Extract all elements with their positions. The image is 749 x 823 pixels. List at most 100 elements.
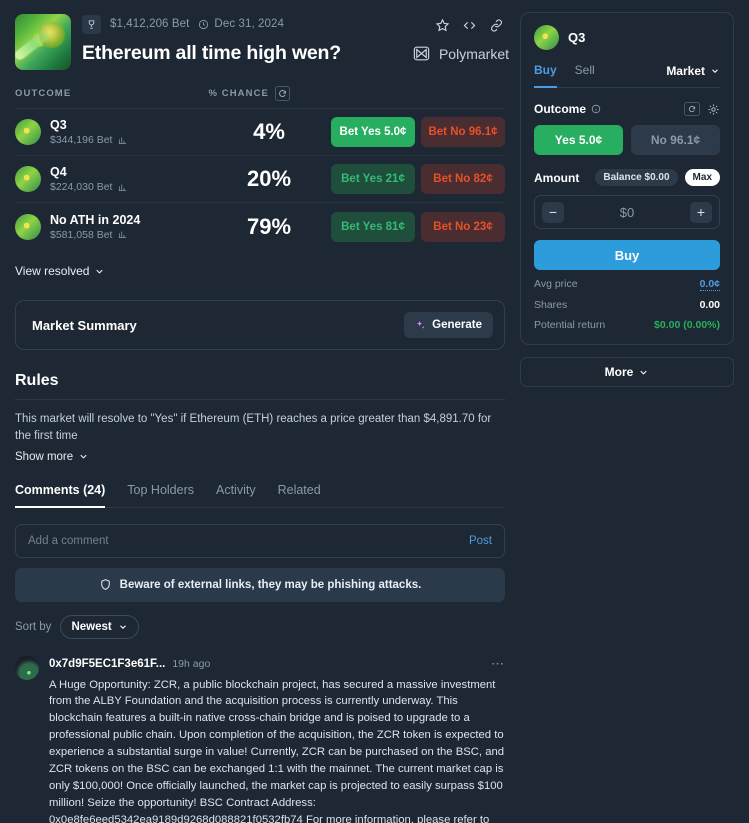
bet-yes-button[interactable]: Bet Yes 5.0¢	[331, 117, 415, 147]
market-end-date-group: Dec 31, 2024	[198, 18, 284, 30]
tab-sell[interactable]: Sell	[575, 63, 595, 88]
comment-menu-icon[interactable]: ⋯	[491, 656, 505, 672]
embed-code-icon[interactable]	[462, 18, 477, 33]
comment-author[interactable]: 0x7d9F5EC1F3e61F...	[49, 658, 165, 670]
polymarket-logo-icon	[413, 46, 430, 61]
outcome-label-row: Outcome	[534, 102, 720, 116]
order-type-value: Market	[666, 63, 705, 78]
amount-label: Amount	[534, 170, 580, 185]
generate-summary-button[interactable]: Generate	[404, 312, 493, 338]
chart-icon	[119, 137, 127, 144]
refresh-icon[interactable]	[275, 86, 290, 101]
bet-no-button[interactable]: Bet No 96.1¢	[421, 117, 505, 147]
show-more-label: Show more	[15, 450, 74, 463]
clock-icon	[199, 19, 209, 29]
outcome-chance: 79%	[246, 213, 292, 239]
outcome-volume: $581,058 Bet	[50, 228, 113, 241]
chart-icon	[119, 184, 127, 191]
post-comment-button[interactable]: Post	[469, 535, 492, 547]
header-actions	[435, 18, 504, 33]
outcome-avatar	[15, 119, 41, 145]
bet-yes-button[interactable]: Bet Yes 21¢	[331, 164, 415, 194]
comment-input[interactable]	[28, 534, 469, 547]
shares-label: Shares	[534, 299, 568, 311]
phishing-warning-banner: Beware of external links, they may be ph…	[15, 567, 505, 602]
chevron-down-icon	[640, 370, 647, 375]
outcome-volume: $344,196 Bet	[50, 134, 113, 146]
trade-tabs: Buy Sell Market	[534, 63, 720, 88]
trade-outcome-name: Q3	[568, 30, 586, 45]
trade-panel-header: Q3	[534, 25, 720, 50]
table-row[interactable]: Q4 $224,030 Bet 20% Bet Yes 21¢ Bet No 8…	[15, 156, 505, 203]
outcome-section-label: Outcome	[534, 102, 601, 116]
comment-text: A Huge Opportunity: ZCR, a public blockc…	[49, 678, 505, 823]
tab-activity[interactable]: Activity	[216, 483, 256, 508]
outcome-list: Q3 $344,196 Bet 4% Bet Yes 5.0¢ Bet No 9…	[15, 109, 505, 250]
outcome-info: Q4 $224,030 Bet	[50, 165, 210, 193]
list-item: 0x7d9F5EC1F3e61F... 19h ago ⋯ A Huge Opp…	[15, 655, 505, 823]
market-end-date: Dec 31, 2024	[214, 18, 285, 30]
tab-comments[interactable]: Comments (24)	[15, 483, 106, 508]
stat-row: Potential return $0.00 (0.00%)	[534, 319, 720, 331]
comment-input-box[interactable]: Post	[15, 523, 505, 558]
order-type-select[interactable]: Market	[666, 64, 720, 87]
sort-select[interactable]: Newest	[60, 614, 139, 639]
more-label: More	[604, 365, 634, 379]
brand-logo-group: Polymarket	[412, 44, 509, 63]
tab-related[interactable]: Related	[278, 483, 321, 508]
amount-decrease-button[interactable]: −	[542, 201, 564, 223]
avatar	[15, 655, 39, 680]
comment-timestamp: 19h ago	[172, 657, 211, 670]
market-summary-title: Market Summary	[32, 317, 137, 333]
link-icon[interactable]	[489, 18, 504, 33]
sort-controls: Sort by Newest	[15, 614, 505, 639]
outcome-bet-buttons: Bet Yes 81¢ Bet No 23¢	[331, 211, 505, 242]
table-row[interactable]: Q3 $344,196 Bet 4% Bet Yes 5.0¢ Bet No 9…	[15, 109, 505, 156]
rules-show-more-toggle[interactable]: Show more	[15, 451, 89, 463]
rules-divider	[15, 399, 505, 400]
outcome-label-text: Outcome	[534, 102, 587, 116]
outcome-avatar	[15, 213, 41, 240]
outcome-name: Q3	[50, 118, 67, 132]
outcome-no-button[interactable]: No 96.1¢	[631, 125, 720, 155]
amount-value[interactable]: $0	[564, 205, 690, 220]
tab-top-holders[interactable]: Top Holders	[127, 483, 194, 508]
generate-label: Generate	[432, 319, 482, 331]
column-outcome-label: OUTCOME	[15, 88, 72, 99]
info-icon	[591, 104, 601, 114]
brand-name: Polymarket	[438, 45, 509, 62]
chevron-down-icon	[712, 68, 718, 73]
submit-buy-button[interactable]: Buy	[534, 240, 720, 270]
outcome-volume-row: $224,030 Bet	[50, 181, 210, 193]
trade-sidebar: Q3 Buy Sell Market Outcome Yes 5.0¢ No 9…	[520, 0, 749, 823]
outcome-yes-button[interactable]: Yes 5.0¢	[534, 125, 623, 155]
tab-buy[interactable]: Buy	[534, 63, 557, 88]
avg-price-label: Avg price	[534, 278, 578, 290]
outcome-name: Q4	[50, 165, 67, 179]
stat-row: Shares 0.00	[534, 299, 720, 311]
amount-increase-button[interactable]: +	[690, 201, 712, 223]
potential-return-value: $0.00 (0.00%)	[654, 319, 720, 331]
quantity-stepper[interactable]: − $0 +	[534, 195, 720, 229]
bet-yes-button[interactable]: Bet Yes 81¢	[331, 211, 415, 242]
view-resolved-toggle[interactable]: View resolved	[15, 264, 105, 278]
bet-no-button[interactable]: Bet No 82¢	[421, 164, 505, 194]
sort-select-value: Newest	[71, 620, 112, 633]
chart-icon	[119, 231, 127, 238]
amount-label-row: Amount Balance $0.00 Max	[534, 169, 720, 186]
star-icon[interactable]	[435, 18, 450, 33]
column-chance-label: % CHANCE	[208, 88, 269, 99]
outcome-chance: 4%	[253, 119, 285, 144]
gear-icon[interactable]	[707, 103, 720, 116]
potential-return-label: Potential return	[534, 319, 606, 331]
avatar	[534, 25, 559, 50]
bet-no-button[interactable]: Bet No 23¢	[421, 211, 505, 242]
table-row[interactable]: No ATH in 2024 $581,058 Bet 79% Bet Yes …	[15, 203, 505, 250]
outcome-volume: $224,030 Bet	[50, 181, 113, 193]
comment-header: 0x7d9F5EC1F3e61F... 19h ago ⋯	[49, 656, 505, 672]
outcome-volume-row: $344,196 Bet	[50, 134, 210, 146]
more-toggle[interactable]: More	[520, 357, 734, 387]
max-button[interactable]: Max	[684, 169, 720, 186]
refresh-icon[interactable]	[684, 102, 700, 116]
trade-panel: Q3 Buy Sell Market Outcome Yes 5.0¢ No 9…	[520, 12, 734, 345]
